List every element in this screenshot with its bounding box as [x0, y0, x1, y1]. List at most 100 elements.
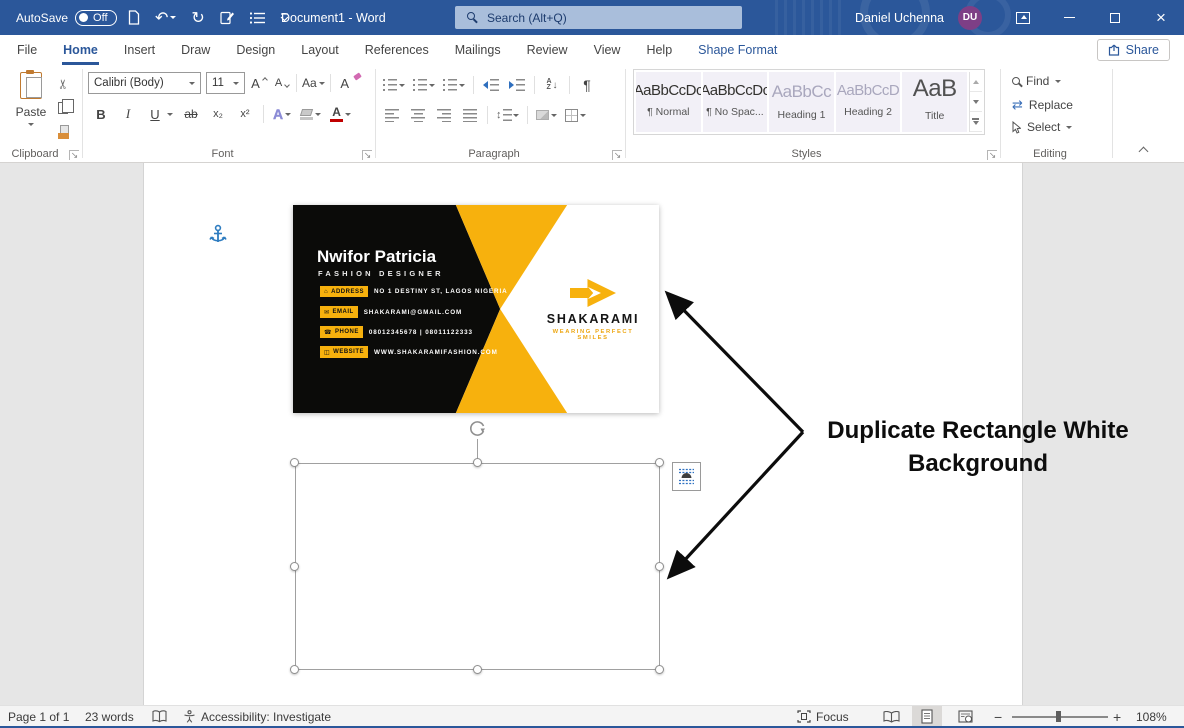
font-color-button[interactable]: A	[330, 103, 352, 125]
multilevel-list-button[interactable]	[443, 74, 465, 96]
show-formatting-button[interactable]: ¶	[578, 74, 596, 96]
superscript-button[interactable]: x²	[236, 103, 254, 125]
resize-handle-middle-left[interactable]	[290, 562, 299, 571]
maximize-button[interactable]	[1092, 0, 1138, 35]
clear-formatting-button[interactable]: A	[336, 72, 362, 94]
tab-shape-format[interactable]: Shape Format	[685, 35, 790, 65]
change-case-button[interactable]: Aa	[302, 72, 325, 94]
tab-home[interactable]: Home	[50, 35, 111, 65]
tab-file[interactable]: File	[4, 35, 50, 65]
resize-handle-bottom-left[interactable]	[290, 665, 299, 674]
tab-review[interactable]: Review	[514, 35, 581, 65]
redo-button[interactable]: ↻	[191, 8, 204, 28]
word-count[interactable]: 23 words	[85, 706, 134, 727]
style-normal[interactable]: AaBbCcDc ¶ Normal	[636, 72, 701, 132]
tab-layout[interactable]: Layout	[288, 35, 352, 65]
resize-handle-top-left[interactable]	[290, 458, 299, 467]
print-layout-button[interactable]	[912, 706, 942, 727]
replace-button[interactable]: ⇄ Replace	[1012, 97, 1073, 113]
shrink-font-button[interactable]: A	[273, 72, 291, 94]
bullet-list-button[interactable]	[249, 11, 265, 24]
font-dialog-launcher[interactable]: ↘	[362, 150, 372, 160]
search-input[interactable]	[487, 10, 707, 25]
undo-button[interactable]: ↶	[155, 8, 177, 28]
decrease-indent-button[interactable]	[482, 74, 500, 96]
underline-button[interactable]: U	[146, 103, 164, 125]
highlight-button[interactable]	[299, 103, 322, 125]
resize-handle-top-center[interactable]	[473, 458, 482, 467]
bullets-button[interactable]	[383, 74, 405, 96]
style-no-spacing[interactable]: AaBbCcDc ¶ No Spac...	[702, 72, 768, 132]
align-left-button[interactable]	[383, 104, 401, 126]
zoom-level-button[interactable]: 108%	[1136, 706, 1167, 727]
numbering-button[interactable]	[413, 74, 435, 96]
increase-indent-button[interactable]	[508, 74, 526, 96]
grow-font-button[interactable]: A	[250, 72, 268, 94]
new-document-button[interactable]	[128, 10, 140, 25]
read-mode-button[interactable]	[876, 706, 906, 727]
tab-help[interactable]: Help	[633, 35, 685, 65]
close-button[interactable]: ×	[1138, 0, 1184, 35]
paste-button[interactable]: Paste	[8, 70, 54, 146]
line-spacing-button[interactable]: ↕	[496, 104, 519, 126]
focus-mode-button[interactable]: Focus	[797, 706, 849, 727]
tab-insert[interactable]: Insert	[111, 35, 168, 65]
business-card-image[interactable]: Nwifor Patricia FASHION DESIGNER ⌂ ADDRES…	[293, 205, 659, 413]
italic-button[interactable]: I	[119, 103, 137, 125]
user-name[interactable]: Daniel Uchenna	[855, 11, 944, 25]
autosave-toggle[interactable]: Off	[75, 9, 117, 26]
editor-button[interactable]	[220, 10, 235, 25]
styles-dialog-launcher[interactable]: ↘	[987, 150, 997, 160]
tab-view[interactable]: View	[581, 35, 634, 65]
bold-button[interactable]: B	[92, 103, 110, 125]
borders-button[interactable]	[564, 104, 586, 126]
web-layout-button[interactable]	[950, 706, 980, 727]
font-size-combo[interactable]: 11	[206, 72, 245, 94]
collapse-ribbon-button[interactable]	[1140, 146, 1148, 154]
page-indicator[interactable]: Page 1 of 1	[8, 706, 69, 727]
shading-button[interactable]	[535, 104, 557, 126]
style-title[interactable]: AaB Title	[902, 72, 967, 132]
resize-handle-middle-right[interactable]	[655, 562, 664, 571]
find-button[interactable]: Find	[1012, 74, 1062, 88]
text-effects-button[interactable]: A	[273, 103, 292, 125]
paragraph-dialog-launcher[interactable]: ↘	[612, 150, 622, 160]
sort-button[interactable]: A Z ↓	[543, 74, 561, 96]
zoom-slider-thumb[interactable]	[1056, 711, 1061, 722]
zoom-out-button[interactable]: −	[994, 706, 1002, 727]
share-button[interactable]: Share	[1096, 39, 1170, 61]
format-painter-button[interactable]	[54, 121, 72, 143]
styles-scroll-down-button[interactable]	[969, 92, 982, 112]
align-right-button[interactable]	[435, 104, 453, 126]
styles-gallery-more-button[interactable]	[969, 112, 982, 132]
strikethrough-button[interactable]: ab	[182, 103, 200, 125]
subscript-button[interactable]: x₂	[209, 103, 227, 125]
layout-options-button[interactable]	[672, 462, 701, 491]
search-box[interactable]	[455, 6, 742, 29]
cut-button[interactable]: ✂	[54, 73, 72, 95]
font-name-combo[interactable]: Calibri (Body)	[88, 72, 201, 94]
user-avatar[interactable]: DU	[958, 5, 982, 30]
minimize-button[interactable]	[1046, 0, 1092, 35]
zoom-in-button[interactable]: +	[1113, 706, 1121, 727]
tab-references[interactable]: References	[352, 35, 442, 65]
ribbon-display-options-button[interactable]	[1000, 0, 1046, 35]
styles-scroll-up-button[interactable]	[969, 72, 982, 92]
rotation-handle[interactable]	[468, 419, 487, 438]
copy-button[interactable]	[52, 95, 74, 117]
style-heading-1[interactable]: AaBbCc Heading 1	[769, 72, 834, 132]
style-heading-2[interactable]: AaBbCcD Heading 2	[835, 72, 901, 132]
justify-button[interactable]	[461, 104, 479, 126]
clipboard-dialog-launcher[interactable]: ↘	[69, 150, 79, 160]
resize-handle-bottom-center[interactable]	[473, 665, 482, 674]
select-button[interactable]: Select	[1012, 120, 1073, 134]
resize-handle-top-right[interactable]	[655, 458, 664, 467]
align-center-button[interactable]	[409, 104, 427, 126]
accessibility-status-button[interactable]: Accessibility: Investigate	[183, 706, 331, 727]
resize-handle-bottom-right[interactable]	[655, 665, 664, 674]
selected-rectangle-shape[interactable]	[295, 463, 660, 670]
proofing-status-button[interactable]	[152, 706, 167, 727]
tab-mailings[interactable]: Mailings	[442, 35, 514, 65]
tab-design[interactable]: Design	[223, 35, 288, 65]
tab-draw[interactable]: Draw	[168, 35, 223, 65]
